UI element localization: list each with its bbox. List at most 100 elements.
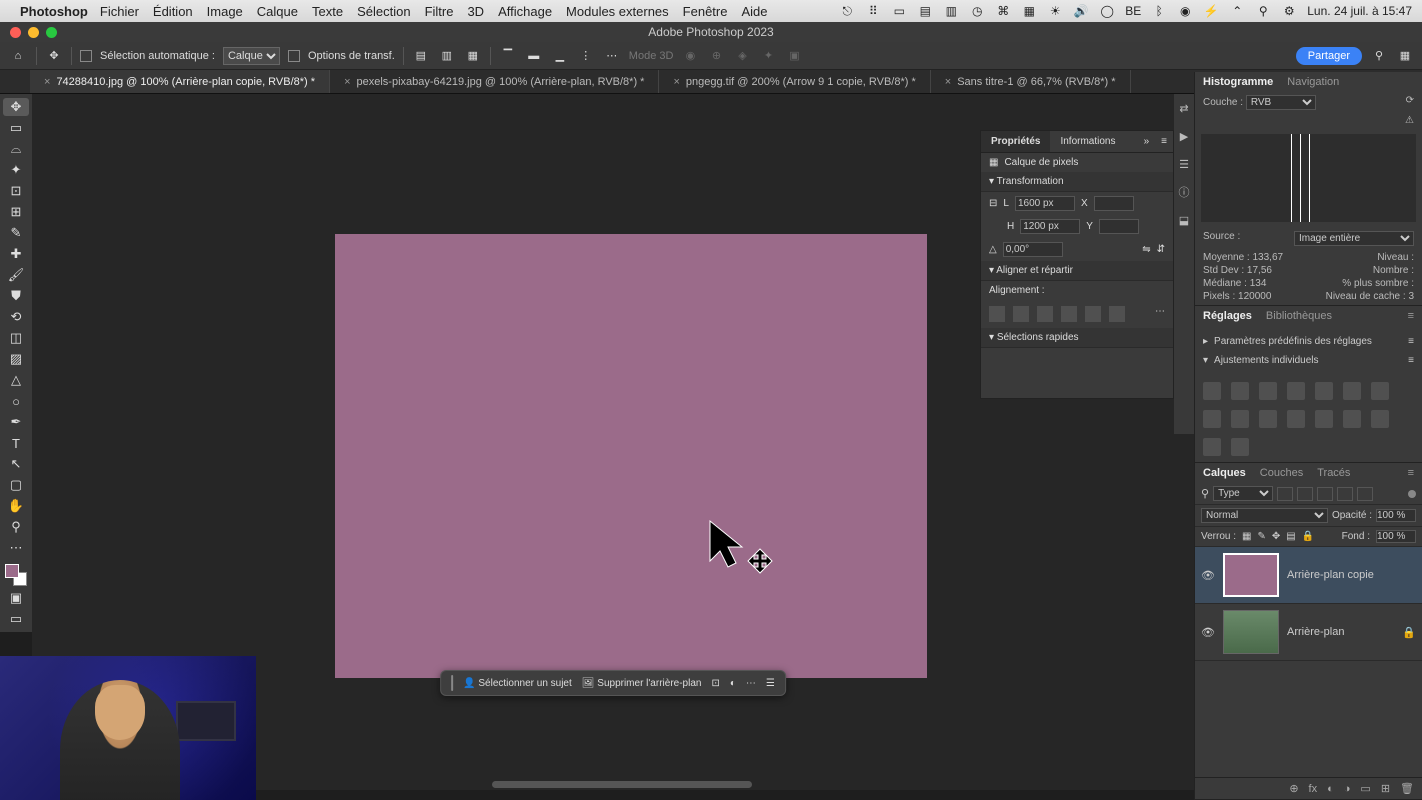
menu-3d[interactable]: 3D (467, 4, 484, 19)
stamp-tool[interactable]: ⛊ (3, 287, 29, 305)
invert-icon[interactable] (1315, 410, 1333, 428)
align-left-icon[interactable]: ▤ (412, 47, 430, 65)
section-quick[interactable]: ▾ Sélections rapides (981, 328, 1173, 348)
menu-edition[interactable]: Édition (153, 4, 193, 19)
align-hcenter-icon[interactable] (1013, 306, 1029, 322)
home-icon[interactable]: ⌂ (8, 50, 28, 62)
move-icon[interactable]: ✥ (45, 47, 63, 65)
link-icon[interactable]: ⊟ (989, 198, 997, 209)
gradient-tool[interactable]: ▨ (3, 350, 29, 368)
more-icon[interactable]: ⋯ (746, 678, 756, 689)
panel-icon-1[interactable]: ⇄ (1176, 100, 1192, 116)
clock[interactable]: Lun. 24 juil. à 15:47 (1307, 4, 1412, 18)
tab-navigation[interactable]: Navigation (1287, 76, 1339, 88)
be-icon[interactable]: BE (1125, 3, 1141, 19)
close-tab-icon[interactable]: × (44, 76, 50, 88)
layer-row[interactable]: 👁 Arrière-plan copie (1195, 547, 1422, 604)
tab-1[interactable]: ×pexels-pixabay-64219.jpg @ 100% (Arrièr… (330, 70, 659, 93)
quickmask-tool[interactable]: ▣ (3, 589, 29, 607)
align-top-icon[interactable]: ▔ (499, 47, 517, 65)
wand-tool[interactable]: ✦ (3, 161, 29, 179)
type-tool[interactable]: T (3, 434, 29, 452)
align-left-icon[interactable] (989, 306, 1005, 322)
tab-0[interactable]: ×74288410.jpg @ 100% (Arrière-plan copie… (30, 70, 330, 93)
colorlookup-icon[interactable] (1287, 410, 1305, 428)
panel-icon-5[interactable]: ⬓ (1176, 212, 1192, 228)
fill-field[interactable] (1376, 530, 1416, 543)
app-name[interactable]: Photoshop (20, 4, 88, 19)
menu-aide[interactable]: Aide (741, 4, 767, 19)
pen-tool[interactable]: ✒ (3, 413, 29, 431)
menu-fichier[interactable]: Fichier (100, 4, 139, 19)
headphones-icon[interactable]: ◯ (1099, 3, 1115, 19)
align-center-icon[interactable]: ▥ (438, 47, 456, 65)
bluetooth-icon[interactable]: ᛒ (1151, 3, 1167, 19)
color-swatch[interactable] (5, 564, 27, 586)
filter-shape-icon[interactable] (1337, 487, 1353, 501)
3d-icon-1[interactable]: ◉ (681, 47, 699, 65)
search-icon[interactable]: ⚲ (1255, 3, 1271, 19)
path-tool[interactable]: ↖ (3, 455, 29, 473)
3d-icon-4[interactable]: ✦ (759, 47, 777, 65)
blend-mode-select[interactable]: Normal (1201, 508, 1328, 523)
close-tab-icon[interactable]: × (344, 76, 350, 88)
exposure-icon[interactable] (1287, 382, 1305, 400)
filter-toggle[interactable] (1408, 490, 1416, 498)
search-icon[interactable]: ⚲ (1370, 47, 1388, 65)
align-bottom-icon[interactable]: ▁ (551, 47, 569, 65)
bin-icon[interactable]: ⌘ (995, 3, 1011, 19)
colorbalance-icon[interactable] (1371, 382, 1389, 400)
tab-2[interactable]: ×pngegg.tif @ 200% (Arrow 9 1 copie, RVB… (659, 70, 930, 93)
flip-h-icon[interactable]: ⇋ (1142, 244, 1150, 255)
tab-bibliotheques[interactable]: Bibliothèques (1266, 310, 1332, 322)
align-right-icon[interactable] (1037, 306, 1053, 322)
channelmixer-icon[interactable] (1259, 410, 1277, 428)
align-vcenter-icon[interactable] (1085, 306, 1101, 322)
clock-icon[interactable]: ◷ (969, 3, 985, 19)
source-select[interactable]: Image entière (1294, 231, 1414, 246)
horizontal-scrollbar[interactable] (492, 781, 752, 788)
levels-icon[interactable] (1231, 382, 1249, 400)
visibility-icon[interactable]: 👁 (1201, 626, 1215, 639)
heal-tool[interactable]: ✚ (3, 245, 29, 263)
shape-tool[interactable]: ▢ (3, 476, 29, 494)
group-icon[interactable]: ▭ (1360, 782, 1370, 795)
align-middle-icon[interactable]: ▬ (525, 47, 543, 65)
eraser-tool[interactable]: ◫ (3, 329, 29, 347)
filter-type-select[interactable]: Type (1213, 486, 1273, 501)
menu-filtre[interactable]: Filtre (425, 4, 454, 19)
frame-tool[interactable]: ⊞ (3, 203, 29, 221)
app-icon[interactable]: ▦ (1021, 3, 1037, 19)
3d-icon-3[interactable]: ◈ (733, 47, 751, 65)
wifi-icon[interactable]: ⌃ (1229, 3, 1245, 19)
gradient-icon[interactable] (1203, 438, 1221, 456)
panel-icon-4[interactable]: ⓘ (1176, 184, 1192, 200)
tab-couches[interactable]: Couches (1260, 467, 1303, 479)
lock-paint-icon[interactable]: ✎ (1257, 531, 1265, 542)
3d-icon-2[interactable]: ⊕ (707, 47, 725, 65)
more-align-icon[interactable]: ⋯ (603, 47, 621, 65)
new-layer-icon[interactable]: ⊞ (1381, 782, 1390, 795)
screenmode-tool[interactable]: ▭ (3, 610, 29, 628)
filter-pixel-icon[interactable] (1277, 487, 1293, 501)
transform-checkbox[interactable] (288, 50, 300, 62)
align-top-icon[interactable] (1061, 306, 1077, 322)
collapse-icon[interactable]: » (1138, 131, 1156, 152)
threshold-icon[interactable] (1371, 410, 1389, 428)
close-tab-icon[interactable]: × (945, 76, 951, 88)
panel-icon-2[interactable]: ▶ (1176, 128, 1192, 144)
panel-menu-icon[interactable]: ≡ (1155, 131, 1173, 152)
lock-nest-icon[interactable]: ▤ (1286, 531, 1295, 542)
width-field[interactable] (1015, 196, 1075, 211)
menu-image[interactable]: Image (207, 4, 243, 19)
drag-handle-icon[interactable] (451, 675, 453, 691)
curves-icon[interactable] (1259, 382, 1277, 400)
remove-bg-button[interactable]: 🖼 Supprimer l'arrière-plan (582, 678, 702, 689)
menu-selection[interactable]: Sélection (357, 4, 410, 19)
photofilter-icon[interactable] (1231, 410, 1249, 428)
align-bottom-icon[interactable] (1109, 306, 1125, 322)
layer-thumb[interactable] (1223, 610, 1279, 654)
dropbox-icon[interactable]: ⠿ (865, 3, 881, 19)
dodge-tool[interactable]: ○ (3, 392, 29, 410)
notes-icon[interactable]: ▥ (943, 3, 959, 19)
